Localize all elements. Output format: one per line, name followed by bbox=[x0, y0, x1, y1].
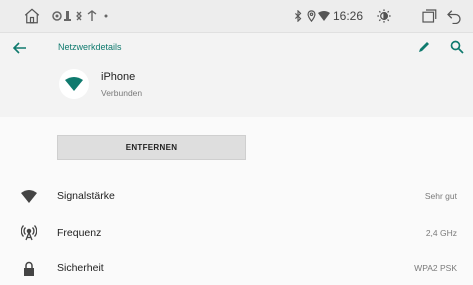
detail-label: Frequenz bbox=[57, 227, 102, 239]
window-icon[interactable] bbox=[417, 0, 441, 32]
network-wifi-icon bbox=[59, 69, 89, 99]
notification-icons bbox=[52, 0, 110, 32]
detail-label: Sicherheit bbox=[57, 262, 104, 274]
wifi-icon bbox=[317, 0, 331, 32]
detail-row-security: Sicherheit WPA2 PSK bbox=[0, 251, 473, 285]
wifi-signal-icon bbox=[18, 185, 40, 207]
network-status: Verbunden bbox=[101, 88, 143, 98]
bluetooth-icon bbox=[291, 0, 305, 32]
forget-button[interactable]: ENTFERNEN bbox=[57, 135, 246, 160]
detail-row-frequency: Frequenz 2,4 GHz bbox=[0, 216, 473, 250]
detail-label: Signalstärke bbox=[57, 190, 115, 202]
back-icon[interactable] bbox=[441, 0, 467, 32]
network-name: iPhone bbox=[101, 71, 136, 83]
home-icon[interactable] bbox=[20, 0, 44, 32]
detail-value: 2,4 GHz bbox=[425, 228, 457, 238]
status-bar: 16:26 bbox=[0, 0, 473, 33]
antenna-icon bbox=[18, 222, 40, 244]
detail-value: Sehr gut bbox=[424, 191, 457, 201]
page-title: Netzwerkdetails bbox=[58, 42, 122, 52]
location-icon bbox=[305, 0, 317, 32]
clock: 16:26 bbox=[332, 9, 364, 23]
brightness-icon[interactable] bbox=[372, 0, 396, 32]
arrow-left-icon[interactable] bbox=[6, 35, 34, 61]
pencil-icon[interactable] bbox=[413, 36, 435, 58]
search-icon[interactable] bbox=[446, 36, 468, 58]
detail-row-signal: Signalstärke Sehr gut bbox=[0, 179, 473, 213]
detail-value: WPA2 PSK bbox=[414, 263, 457, 273]
header: Netzwerkdetails iPhone Verbunden bbox=[0, 33, 473, 117]
